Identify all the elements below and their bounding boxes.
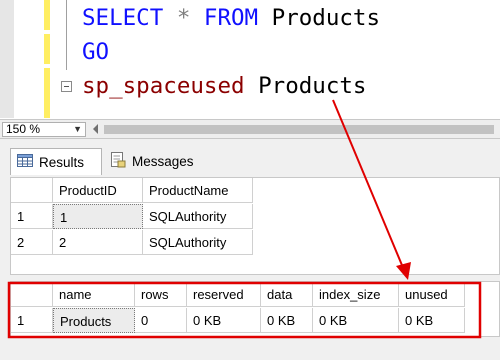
results-tab-bar: Results Messages xyxy=(0,139,500,175)
column-header[interactable]: data xyxy=(261,282,313,307)
query-editor[interactable]: SELECT * FROM Products GO sp_spaceused P… xyxy=(0,0,500,118)
column-header[interactable]: index_size xyxy=(313,282,399,307)
column-header[interactable]: ProductID xyxy=(53,178,143,203)
collapse-toggle[interactable] xyxy=(61,81,72,92)
procedure-name: sp_spaceused xyxy=(82,73,245,99)
results-pane: ProductID ProductName 1 1 SQLAuthority 2… xyxy=(0,175,500,360)
column-header[interactable]: name xyxy=(53,282,135,307)
results-grid-spaceused[interactable]: name rows reserved data index_size unuse… xyxy=(10,281,500,337)
zoom-dropdown[interactable]: 150 % ▼ xyxy=(2,122,86,137)
editor-margin xyxy=(0,0,14,118)
procedure-argument: Products xyxy=(258,73,367,99)
row-number-header[interactable] xyxy=(11,178,53,203)
operator-star: * xyxy=(176,5,191,31)
row-number[interactable]: 1 xyxy=(11,308,53,333)
code-line-2: GO xyxy=(82,38,109,66)
zoom-value: 150 % xyxy=(6,122,41,136)
column-header[interactable]: rows xyxy=(135,282,187,307)
chevron-down-icon[interactable]: ▼ xyxy=(73,123,82,136)
column-header[interactable]: reserved xyxy=(187,282,261,307)
grid-cell[interactable]: Products xyxy=(53,308,135,333)
grid-cell[interactable]: 0 KB xyxy=(399,308,465,333)
grid-cell[interactable]: 2 xyxy=(53,230,143,255)
tab-results[interactable]: Results xyxy=(10,148,102,175)
keyword-from: FROM xyxy=(203,5,259,31)
tab-results-label: Results xyxy=(39,154,85,170)
grid-cell[interactable]: 0 xyxy=(135,308,187,333)
grid-cell[interactable]: 0 KB xyxy=(187,308,261,333)
grid-cell[interactable]: SQLAuthority xyxy=(143,204,253,229)
row-number[interactable]: 2 xyxy=(11,230,53,255)
messages-icon xyxy=(110,152,126,171)
horizontal-scrollbar-thumb[interactable] xyxy=(104,125,494,134)
code-line-1: SELECT * FROM Products xyxy=(82,4,380,32)
row-number[interactable]: 1 xyxy=(11,204,53,229)
grid-cell[interactable]: 1 xyxy=(53,204,143,229)
grid-icon xyxy=(17,154,33,170)
tab-messages[interactable]: Messages xyxy=(104,148,208,175)
keyword-go: GO xyxy=(82,39,110,65)
tab-messages-label: Messages xyxy=(132,154,194,169)
code-line-3: sp_spaceused Products xyxy=(82,72,366,100)
scroll-left-icon[interactable] xyxy=(93,124,98,134)
column-header[interactable]: ProductName xyxy=(143,178,253,203)
grid-cell[interactable]: 0 KB xyxy=(313,308,399,333)
change-tracking-bar xyxy=(44,0,50,118)
grid-cell[interactable]: 0 KB xyxy=(261,308,313,333)
editor-status-bar: 150 % ▼ xyxy=(0,119,500,139)
row-number-header[interactable] xyxy=(11,282,53,307)
column-header[interactable]: unused xyxy=(399,282,465,307)
grid-cell[interactable]: SQLAuthority xyxy=(143,230,253,255)
keyword-select: SELECT xyxy=(82,5,164,31)
results-grid-products[interactable]: ProductID ProductName 1 1 SQLAuthority 2… xyxy=(10,177,500,275)
table-identifier: Products xyxy=(271,5,381,31)
outline-line xyxy=(66,0,67,70)
